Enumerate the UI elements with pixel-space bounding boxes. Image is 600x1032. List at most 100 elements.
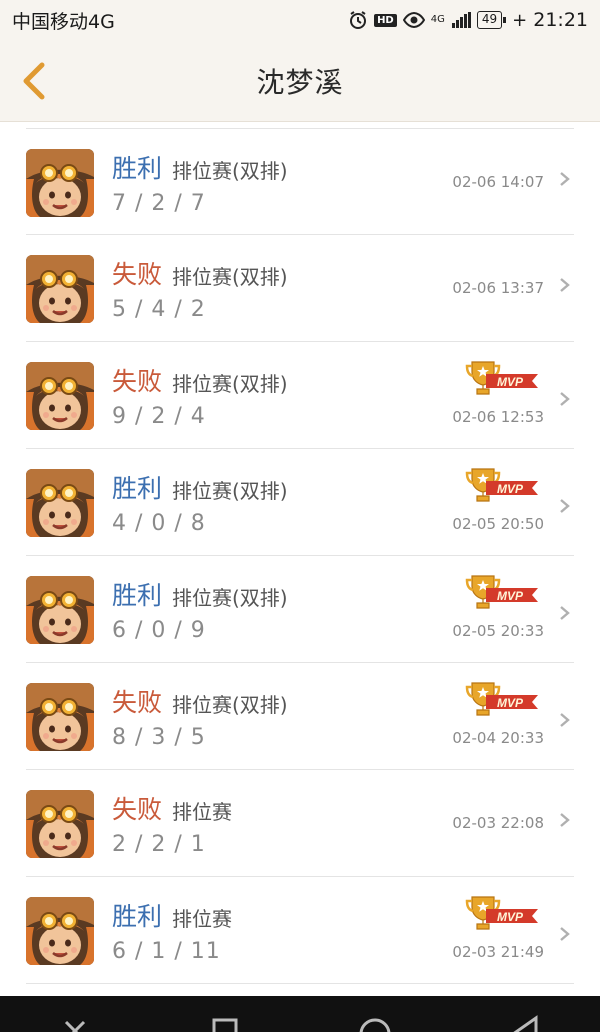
match-time: 02-04 20:33 <box>452 729 544 747</box>
match-result: 失败 <box>112 795 163 824</box>
battery-level: 49 <box>481 12 498 26</box>
overview-nav-button[interactable] <box>495 996 555 1032</box>
match-time: 02-06 13:37 <box>452 279 544 297</box>
match-kda: 7 / 2 / 7 <box>112 191 206 216</box>
home-nav-button[interactable] <box>345 996 405 1032</box>
match-row[interactable]: 失败 排位赛(双排) 9 / 2 / 4 MVP 02-06 12:53 <box>26 342 574 449</box>
chevron-right-icon <box>560 392 570 406</box>
match-kda: 6 / 1 / 11 <box>112 939 221 964</box>
match-result: 失败 <box>112 367 163 396</box>
recents-nav-button[interactable] <box>195 996 255 1032</box>
trophy-mvp-icon: MVP <box>465 361 538 395</box>
hero-avatar-icon <box>26 362 94 430</box>
chevron-right-icon <box>560 813 570 827</box>
hero-avatar <box>26 255 94 323</box>
match-result: 胜利 <box>112 902 163 931</box>
mvp-label: MVP <box>497 482 524 496</box>
match-time: 02-05 20:33 <box>452 622 544 640</box>
match-mode: 排位赛 <box>172 907 232 931</box>
alarm-icon <box>348 10 368 30</box>
match-kda: 5 / 4 / 2 <box>112 297 206 322</box>
network-type-icon: 4G <box>431 15 445 25</box>
match-kda: 6 / 0 / 9 <box>112 618 206 643</box>
hero-avatar <box>26 362 94 430</box>
carrier-label: 中国移动4G <box>12 10 115 33</box>
chevron-right-icon <box>560 172 570 186</box>
match-row[interactable]: 胜利 排位赛(双排) 6 / 0 / 9 MVP 02-05 20:33 <box>26 556 574 663</box>
battery-icon: 49 <box>476 11 507 29</box>
match-kda: 4 / 0 / 8 <box>112 511 206 536</box>
chevron-right-icon <box>560 606 570 620</box>
trophy-mvp-icon: MVP <box>465 575 538 609</box>
match-mode: 排位赛(双排) <box>172 372 288 396</box>
match-row[interactable]: 胜利 排位赛(双排) 7 / 2 / 7 02-06 14:07 <box>26 128 574 235</box>
match-kda: 8 / 3 / 5 <box>112 725 206 750</box>
status-icons: HD 4G 49 + 21:21 <box>348 9 588 31</box>
chevron-left-icon <box>23 62 45 100</box>
trophy-mvp-icon: MVP <box>465 468 538 502</box>
chevron-right-icon <box>560 278 570 292</box>
match-row[interactable]: 失败 排位赛(双排) 8 / 3 / 5 MVP 02-04 20:33 <box>26 663 574 770</box>
eye-icon <box>402 12 425 28</box>
match-result: 失败 <box>112 688 163 717</box>
network-type: 4G <box>430 14 445 25</box>
match-time: 02-06 12:53 <box>452 408 544 426</box>
match-list: 胜利 排位赛(双排) 7 / 2 / 7 02-06 14:07 失败 排位赛(… <box>0 128 600 984</box>
nav-bar: 沈梦溪 <box>0 40 600 122</box>
match-result: 失败 <box>112 260 163 289</box>
match-result: 胜利 <box>112 154 163 183</box>
match-mode: 排位赛(双排) <box>172 265 288 289</box>
close-icon <box>64 1020 86 1032</box>
signal-icon <box>451 12 471 28</box>
trophy-mvp-icon: MVP <box>465 896 538 930</box>
hero-avatar-icon <box>26 255 94 323</box>
charging-icon: + <box>512 9 528 31</box>
triangle-back-icon <box>513 1015 538 1032</box>
circle-icon <box>359 1018 391 1032</box>
hero-avatar <box>26 469 94 537</box>
match-time: 02-03 21:49 <box>452 943 544 961</box>
trophy-mvp-icon: MVP <box>465 682 538 716</box>
hero-avatar-icon <box>26 576 94 644</box>
match-mode: 排位赛 <box>172 800 232 824</box>
match-time: 02-03 22:08 <box>452 814 544 832</box>
square-icon <box>212 1018 238 1032</box>
hero-avatar <box>26 576 94 644</box>
hero-avatar-icon <box>26 469 94 537</box>
chevron-right-icon <box>560 499 570 513</box>
match-row[interactable]: 胜利 排位赛 6 / 1 / 11 MVP 02-03 21:49 <box>26 877 574 984</box>
chevron-right-icon <box>560 927 570 941</box>
match-mode: 排位赛(双排) <box>172 479 288 503</box>
hd-icon: HD <box>374 13 397 27</box>
match-mode: 排位赛(双排) <box>172 586 288 610</box>
mvp-label: MVP <box>497 375 524 389</box>
mvp-label: MVP <box>497 910 524 924</box>
system-nav-bar <box>0 996 600 1032</box>
match-kda: 9 / 2 / 4 <box>112 404 206 429</box>
hero-avatar <box>26 149 94 217</box>
match-kda: 2 / 2 / 1 <box>112 832 206 857</box>
match-mode: 排位赛(双排) <box>172 693 288 717</box>
hero-avatar <box>26 897 94 965</box>
hero-avatar-icon <box>26 790 94 858</box>
match-time: 02-06 14:07 <box>452 173 544 191</box>
match-result: 胜利 <box>112 474 163 503</box>
status-bar: 中国移动4G HD 4G 49 + 21:21 <box>0 0 600 40</box>
match-row[interactable]: 失败 排位赛(双排) 5 / 4 / 2 02-06 13:37 <box>26 235 574 342</box>
match-result: 胜利 <box>112 581 163 610</box>
hero-avatar-icon <box>26 897 94 965</box>
hero-avatar-icon <box>26 149 94 217</box>
match-time: 02-05 20:50 <box>452 515 544 533</box>
match-row[interactable]: 胜利 排位赛(双排) 4 / 0 / 8 MVP 02-05 20:50 <box>26 449 574 556</box>
back-nav-button[interactable] <box>45 996 105 1032</box>
page-title: 沈梦溪 <box>256 65 344 99</box>
hero-avatar <box>26 790 94 858</box>
clock: 21:21 <box>533 9 588 31</box>
chevron-right-icon <box>560 713 570 727</box>
match-mode: 排位赛(双排) <box>172 159 288 183</box>
hero-avatar <box>26 683 94 751</box>
match-row[interactable]: 失败 排位赛 2 / 2 / 1 02-03 22:08 <box>26 770 574 877</box>
hero-avatar-icon <box>26 683 94 751</box>
mvp-label: MVP <box>497 589 524 603</box>
back-button[interactable] <box>14 60 54 102</box>
